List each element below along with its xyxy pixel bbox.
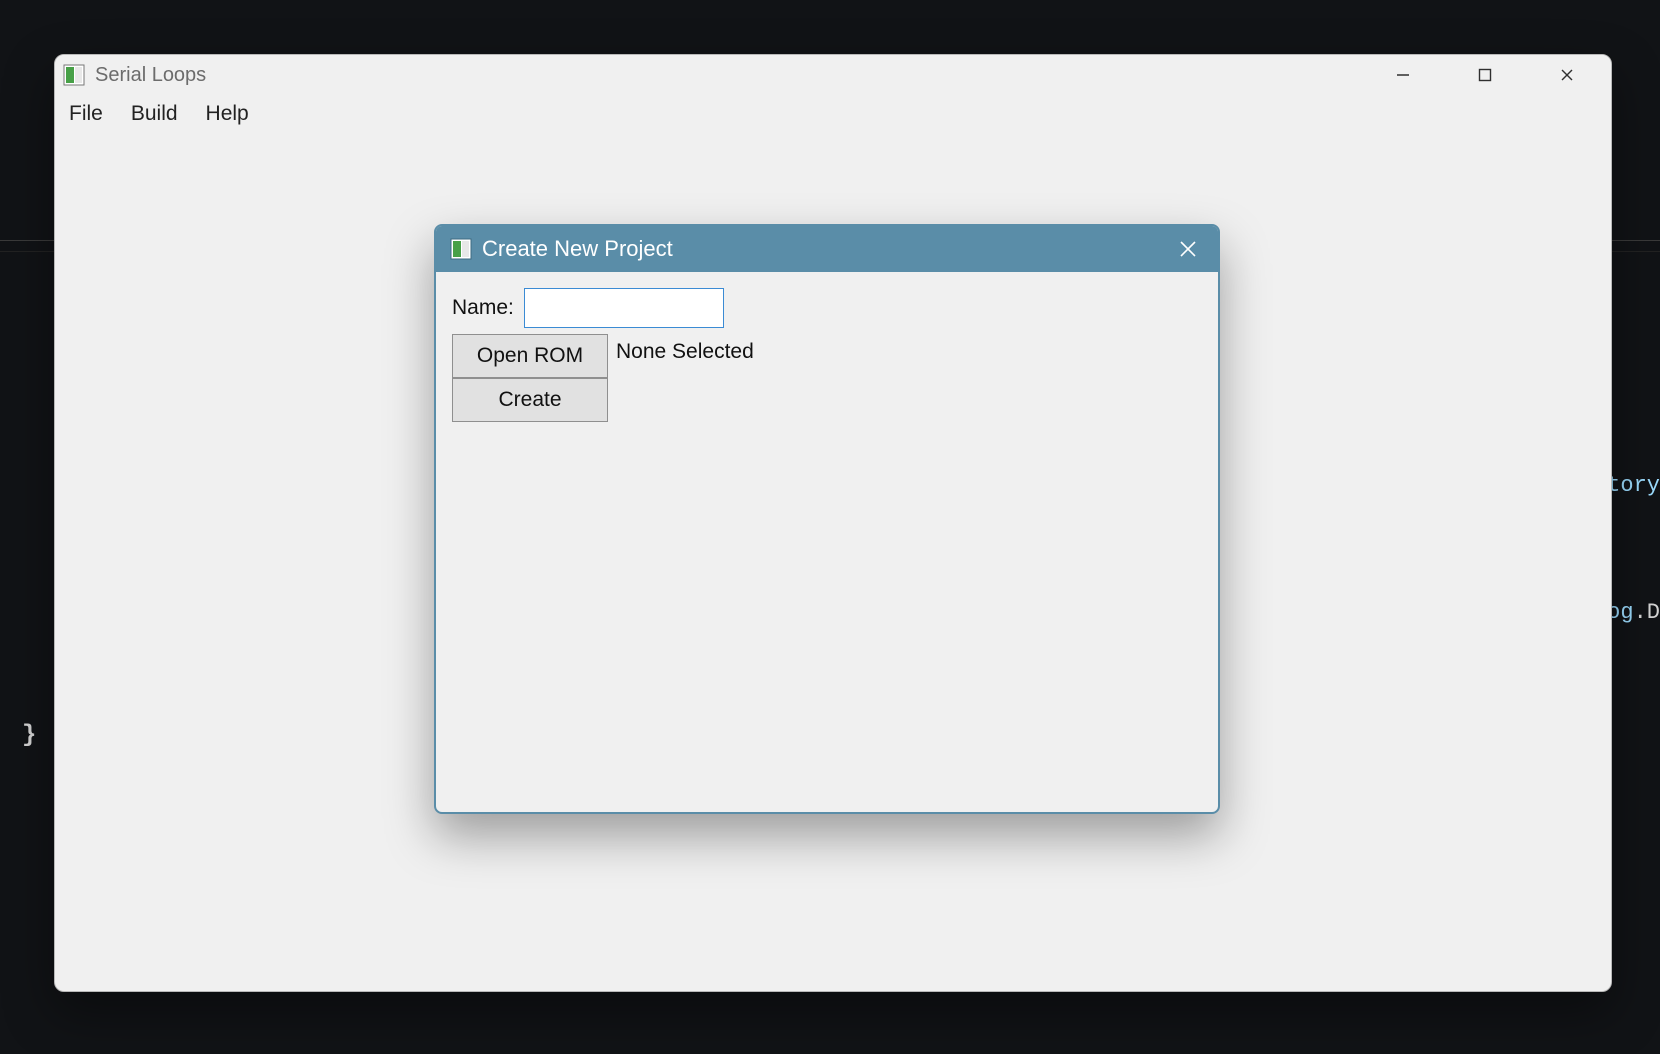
menu-file[interactable]: File	[69, 102, 103, 126]
open-rom-button[interactable]: Open ROM	[452, 334, 608, 378]
code-close-brace: }	[22, 720, 36, 752]
rom-status-label: None Selected	[616, 334, 754, 364]
dialog-app-icon	[450, 238, 472, 260]
app-icon	[63, 64, 85, 86]
dialog-title: Create New Project	[482, 236, 673, 262]
minimize-button[interactable]	[1381, 59, 1425, 91]
close-button[interactable]	[1545, 59, 1589, 91]
dialog-body: Name: Open ROM Create None Selected	[436, 272, 1218, 438]
name-label: Name:	[452, 296, 514, 320]
create-new-project-dialog: Create New Project Name: Open ROM Create…	[434, 224, 1220, 814]
dialog-titlebar[interactable]: Create New Project	[436, 226, 1218, 272]
project-name-input[interactable]	[524, 288, 724, 328]
window-title: Serial Loops	[95, 64, 206, 87]
menu-bar: File Build Help	[55, 95, 1611, 133]
dialog-close-button[interactable]	[1172, 233, 1204, 265]
create-button[interactable]: Create	[452, 378, 608, 422]
menu-help[interactable]: Help	[206, 102, 249, 126]
maximize-button[interactable]	[1463, 59, 1507, 91]
titlebar[interactable]: Serial Loops	[55, 55, 1611, 95]
menu-build[interactable]: Build	[131, 102, 178, 126]
